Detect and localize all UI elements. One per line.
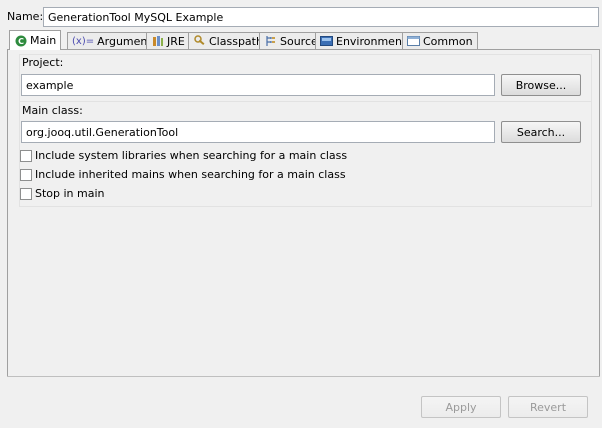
name-label: Name: — [7, 10, 44, 23]
tab-main-label: Main — [30, 34, 57, 47]
stop-in-main-checkbox[interactable]: Stop in main — [20, 187, 105, 200]
tab-classpath-label: Classpath — [209, 34, 263, 48]
common-icon — [407, 35, 420, 48]
checkbox-box[interactable] — [20, 187, 32, 200]
project-input[interactable] — [21, 74, 495, 96]
include-system-libraries-checkbox[interactable]: Include system libraries when searching … — [20, 149, 347, 162]
tab-classpath[interactable]: Classpath — [188, 32, 268, 49]
tab-jre[interactable]: JRE — [146, 32, 190, 49]
classpath-icon — [193, 35, 206, 48]
tab-source[interactable]: Source — [259, 32, 323, 49]
checkbox-label: Include system libraries when searching … — [35, 149, 348, 162]
tab-common-label: Common — [423, 34, 473, 48]
main-class-icon: C — [14, 34, 27, 47]
tab-environment-label: Environment — [336, 34, 407, 48]
environment-icon — [320, 35, 333, 48]
tab-common[interactable]: Common — [402, 32, 478, 49]
checkbox-box[interactable] — [20, 149, 32, 162]
main-class-input[interactable] — [21, 121, 495, 143]
browse-button[interactable]: Browse... — [501, 74, 581, 96]
checkbox-box[interactable] — [20, 168, 32, 181]
revert-button[interactable]: Revert — [508, 396, 588, 418]
footer-divider — [7, 376, 600, 377]
tab-environment[interactable]: Environment — [315, 32, 412, 49]
search-button[interactable]: Search... — [501, 121, 581, 143]
include-inherited-mains-checkbox[interactable]: Include inherited mains when searching f… — [20, 168, 346, 181]
arguments-icon: (x)= — [72, 35, 95, 47]
svg-text:C: C — [18, 37, 24, 46]
jre-library-icon — [151, 35, 164, 48]
source-icon — [264, 35, 277, 48]
configuration-name-input[interactable] — [43, 7, 599, 27]
checkbox-label: Stop in main — [35, 187, 105, 200]
main-class-label: Main class: — [22, 104, 83, 117]
tab-jre-label: JRE — [167, 34, 185, 48]
project-label: Project: — [22, 56, 64, 69]
apply-button[interactable]: Apply — [421, 396, 501, 418]
tab-main[interactable]: C Main — [9, 30, 62, 50]
tab-source-label: Source — [280, 34, 318, 48]
checkbox-label: Include inherited mains when searching f… — [35, 168, 346, 181]
